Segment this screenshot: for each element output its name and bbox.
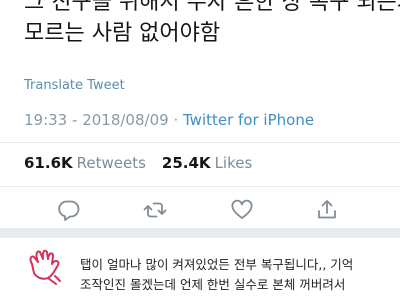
translate-tweet-link[interactable]: Translate Tweet [24, 78, 125, 93]
comment-text: 탭이 얼마나 많이 켜져있었든 전부 복구됩니다,, 기억 조작인진 몰겠는데 … [80, 255, 400, 295]
divider [0, 142, 400, 143]
meta-separator: - [72, 111, 83, 129]
tweet-timestamp: 19:33 - 2018/08/09 · Twitter for iPhone [24, 111, 314, 129]
share-icon[interactable] [314, 197, 340, 223]
tweet-time: 19:33 [24, 111, 68, 129]
divider [0, 186, 400, 187]
likes-label: Likes [214, 154, 253, 172]
retweet-icon[interactable] [142, 197, 168, 223]
section-separator [0, 228, 400, 238]
retweets-count: 61.6K [24, 154, 73, 172]
likes-stat[interactable]: 25.4K Likes [162, 154, 252, 172]
tweet-source-link[interactable]: Twitter for iPhone [183, 111, 314, 129]
hand-outline-icon [22, 242, 70, 290]
retweets-label: Retweets [76, 154, 146, 172]
tweet-actions [0, 197, 400, 225]
like-icon[interactable] [229, 197, 255, 223]
likes-count: 25.4K [161, 154, 211, 172]
tweet-stats: 61.6K Retweets 25.4K Likes [24, 154, 252, 172]
reply-icon[interactable] [56, 197, 82, 223]
tweet-text-line-1: 그 친구들 위해서 주자 흔한 상 복구 되는지 [24, 0, 400, 15]
tweet-date: 2018/08/09 [82, 111, 169, 129]
meta-separator-dot: · [173, 111, 183, 129]
retweets-stat[interactable]: 61.6K Retweets [24, 154, 146, 172]
comment-line-1: 탭이 얼마나 많이 켜져있었든 전부 복구됩니다,, 기억 [80, 257, 354, 272]
comment-line-2: 조작인진 몰겠는데 언제 한번 실수로 본체 꺼버려서 [80, 277, 346, 292]
tweet-text-line-2: 모르는 사람 없어야함 [24, 21, 221, 46]
tweet-text: 그 친구들 위해서 주자 흔한 상 복구 되는지 모르는 사람 없어야함 [24, 0, 400, 49]
